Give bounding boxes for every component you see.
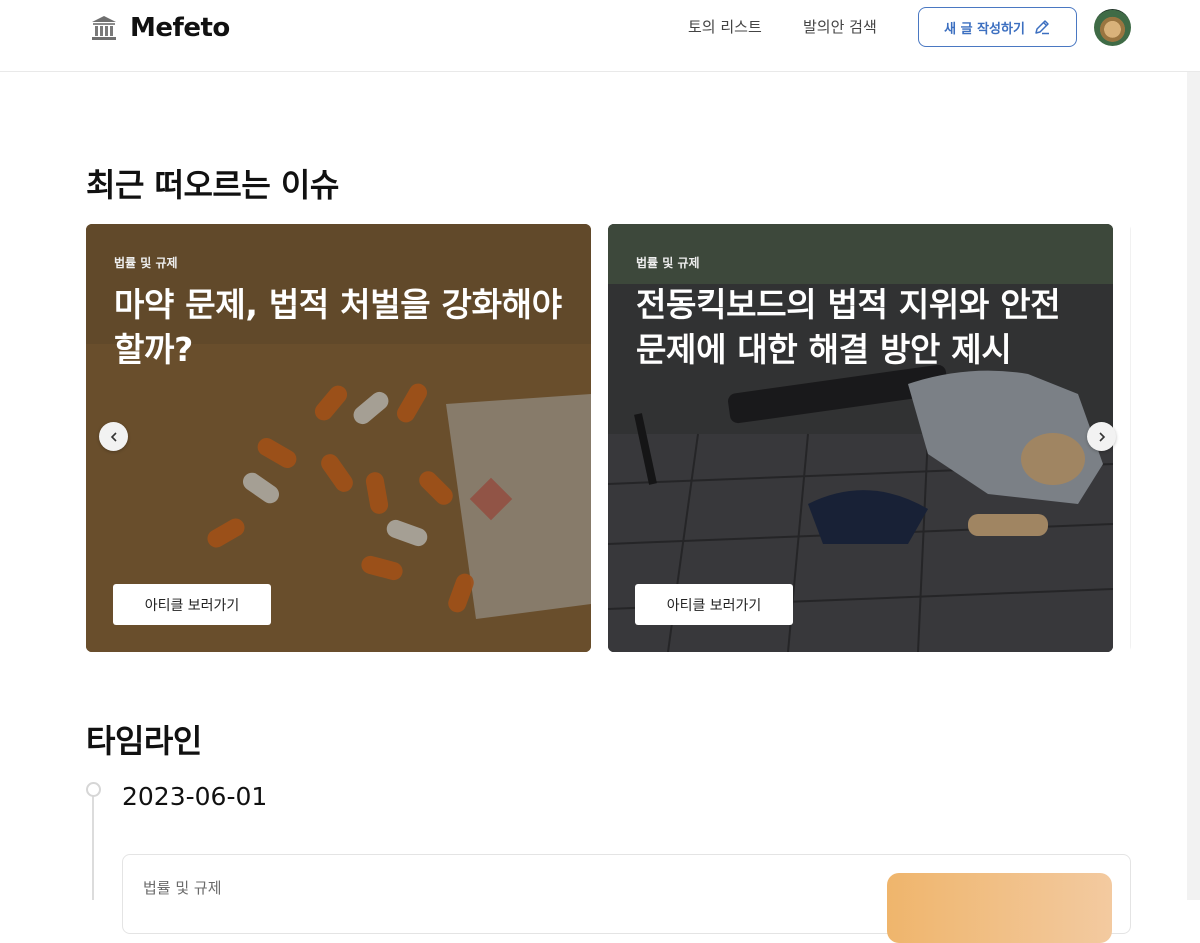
- timeline-line: [92, 796, 94, 900]
- user-avatar[interactable]: [1094, 9, 1131, 46]
- carousel-prev-button[interactable]: [99, 422, 128, 451]
- timeline-card[interactable]: 법률 및 규제: [122, 854, 1131, 943]
- logo-text: Mefeto: [130, 13, 230, 43]
- chevron-left-icon: [110, 431, 117, 442]
- timeline-card-category: 법률 및 규제: [143, 879, 222, 897]
- nav-discussion-list[interactable]: 토의 리스트: [688, 16, 762, 37]
- recent-issues-title: 최근 떠오르는 이슈: [86, 166, 339, 204]
- carousel-next-button[interactable]: [1087, 422, 1116, 451]
- card-category: 법률 및 규제: [114, 256, 178, 270]
- write-post-label: 새 글 작성하기: [944, 21, 1025, 37]
- logo[interactable]: Mefeto: [90, 12, 230, 44]
- write-post-button[interactable]: 새 글 작성하기: [918, 7, 1077, 47]
- nav-bill-search[interactable]: 발의안 검색: [803, 16, 877, 37]
- issue-card: 법률 및 규제 마약 문제, 법적 처벌을 강화해야 할까? 아티클 보러가기: [86, 224, 591, 652]
- page-scrollbar[interactable]: [1187, 72, 1200, 900]
- top-header: Mefeto 토의 리스트 발의안 검색 새 글 작성하기: [0, 0, 1200, 72]
- chevron-right-icon: [1098, 431, 1105, 442]
- timeline-date: 2023-06-01: [122, 782, 268, 811]
- timeline-title: 타임라인: [86, 722, 202, 760]
- pencil-icon: [1035, 20, 1049, 35]
- bank-icon: [92, 16, 116, 40]
- view-article-button[interactable]: 아티클 보러가기: [635, 584, 793, 625]
- card-category: 법률 및 규제: [636, 256, 700, 270]
- issues-carousel: 법률 및 규제 마약 문제, 법적 처벌을 강화해야 할까? 아티클 보러가기: [86, 224, 1131, 652]
- timeline-dot: [86, 782, 101, 797]
- card-title: 마약 문제, 법적 처벌을 강화해야 할까?: [114, 285, 562, 369]
- issue-card: 법률 및 규제 전동킥보드의 법적 지위와 안전 문제에 대한 해결 방안 제시…: [608, 224, 1113, 652]
- timeline-card-thumbnail: [887, 873, 1112, 943]
- card-title: 전동킥보드의 법적 지위와 안전 문제에 대한 해결 방안 제시: [636, 285, 1061, 369]
- view-article-button[interactable]: 아티클 보러가기: [113, 584, 271, 625]
- next-card-peek: [1130, 224, 1131, 652]
